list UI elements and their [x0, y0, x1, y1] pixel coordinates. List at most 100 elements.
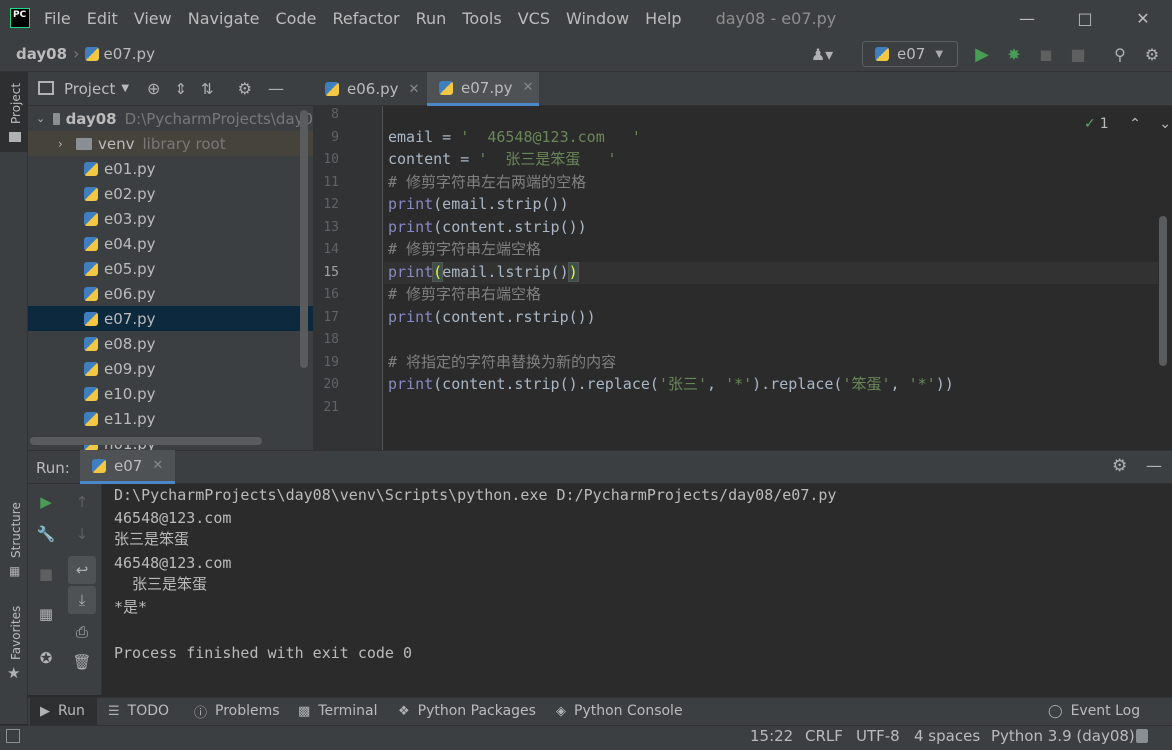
- minimize-icon[interactable]: —: [998, 0, 1056, 36]
- close-tab-icon[interactable]: ✕: [152, 458, 163, 473]
- menu-run[interactable]: Run: [416, 9, 447, 28]
- coverage-icon[interactable]: ◼: [1036, 44, 1056, 64]
- wrench-icon[interactable]: 🔧: [34, 522, 58, 546]
- tool-python-console[interactable]: ◈ Python Console: [556, 697, 683, 725]
- soft-wrap-icon[interactable]: ↩: [68, 556, 96, 584]
- code-line-12[interactable]: print(email.strip()): [388, 193, 569, 215]
- code-line-13[interactable]: print(content.strip()): [388, 216, 587, 238]
- trash-icon[interactable]: 🗑: [70, 650, 94, 674]
- chevron-down-icon[interactable]: ⌄: [36, 112, 45, 125]
- tree-file-e07-selected[interactable]: e07.py: [28, 306, 313, 331]
- tab-e07-active[interactable]: e07.py ✕: [427, 72, 539, 106]
- editor-vertical-scrollbar[interactable]: [1159, 216, 1167, 366]
- menu-help[interactable]: Help: [645, 9, 681, 28]
- gear-icon[interactable]: ⚙: [238, 79, 252, 98]
- tree-file-e08[interactable]: e08.py: [28, 331, 313, 356]
- run-icon[interactable]: ▶: [972, 44, 992, 65]
- layout-icon[interactable]: ▦: [34, 602, 58, 626]
- close-window-icon[interactable]: ✕: [1114, 0, 1172, 36]
- tool-event-log[interactable]: ◯ Event Log: [1048, 697, 1140, 725]
- chevron-down-icon[interactable]: ▼: [121, 83, 129, 94]
- project-tool-label[interactable]: Project: [9, 83, 23, 124]
- code-line-20[interactable]: print(content.strip().replace('张三', '*')…: [388, 373, 954, 395]
- tree-file-e03[interactable]: e03.py: [28, 206, 313, 231]
- menu-vcs[interactable]: VCS: [518, 9, 550, 28]
- project-view-select[interactable]: Project: [64, 80, 115, 98]
- chevron-down-icon[interactable]: ⌄: [1159, 116, 1171, 132]
- menu-window[interactable]: Window: [566, 9, 629, 28]
- structure-tool-label[interactable]: Structure: [9, 502, 23, 558]
- line-separator[interactable]: CRLF: [805, 727, 843, 745]
- menu-refactor[interactable]: Refactor: [332, 9, 399, 28]
- arrow-down-icon[interactable]: ↓: [70, 522, 94, 546]
- close-tab-icon[interactable]: ✕: [522, 80, 533, 95]
- lock-icon[interactable]: [1136, 729, 1148, 743]
- code-line-15[interactable]: print(email.lstrip()): [388, 261, 579, 283]
- indent-setting[interactable]: 4 spaces: [914, 727, 980, 745]
- menu-file[interactable]: File: [44, 9, 71, 28]
- tree-file-e01[interactable]: e01.py: [28, 156, 313, 181]
- breadcrumb-file[interactable]: e07.py: [103, 45, 154, 63]
- chevron-right-icon[interactable]: ›: [58, 137, 72, 151]
- stop-icon[interactable]: ■: [1068, 44, 1088, 64]
- python-interpreter[interactable]: Python 3.9 (day08): [991, 727, 1135, 745]
- tool-python-packages[interactable]: ❖ Python Packages: [398, 697, 536, 725]
- tree-file-e02[interactable]: e02.py: [28, 181, 313, 206]
- tool-terminal[interactable]: ▩ Terminal: [298, 697, 377, 725]
- code-line-19[interactable]: # 将指定的字符串替换为新的内容: [388, 351, 616, 373]
- settings-gear-icon[interactable]: ⚙: [1142, 44, 1162, 64]
- menu-view[interactable]: View: [134, 9, 172, 28]
- file-encoding[interactable]: UTF-8: [856, 727, 900, 745]
- menu-edit[interactable]: Edit: [87, 9, 118, 28]
- rerun-icon[interactable]: ▶: [34, 490, 58, 514]
- code-line-14[interactable]: # 修剪字符串左端空格: [388, 238, 541, 260]
- tab-e06[interactable]: e06.py ✕: [313, 72, 425, 106]
- tool-todo[interactable]: ☰ TODO: [108, 697, 169, 725]
- pin-icon[interactable]: ✪: [34, 646, 58, 670]
- collapse-all-icon[interactable]: ⇅: [201, 80, 214, 98]
- search-icon[interactable]: ⚲: [1110, 44, 1130, 64]
- run-configuration-select[interactable]: e07 ▼: [862, 41, 958, 67]
- tree-file-e06[interactable]: e06.py: [28, 281, 313, 306]
- menu-navigate[interactable]: Navigate: [188, 9, 260, 28]
- favorites-tool-label[interactable]: Favorites: [9, 606, 23, 660]
- tree-file-e10[interactable]: e10.py: [28, 381, 313, 406]
- tree-vertical-scrollbar[interactable]: [300, 110, 308, 368]
- user-icon[interactable]: ♟▾: [811, 44, 833, 64]
- debug-icon[interactable]: ✸: [1004, 44, 1024, 64]
- caret-position[interactable]: 15:22: [750, 727, 793, 745]
- close-tab-icon[interactable]: ✕: [408, 82, 419, 97]
- chevron-up-icon[interactable]: ⌃: [1129, 116, 1141, 132]
- print-icon[interactable]: ⎙: [70, 620, 94, 644]
- inspection-widget[interactable]: ✓ 1 ⌃ ⌄: [1084, 116, 1171, 132]
- code-line-9[interactable]: email = ' 46548@123.com ': [388, 126, 641, 148]
- arrow-up-icon[interactable]: ↑: [70, 490, 94, 514]
- code-editor[interactable]: email = ' 46548@123.com ' content = ' 张三…: [384, 106, 1172, 450]
- tree-file-e05[interactable]: e05.py: [28, 256, 313, 281]
- code-line-11[interactable]: # 修剪字符串左右两端的空格: [388, 171, 586, 193]
- tree-file-e09[interactable]: e09.py: [28, 356, 313, 381]
- tool-run[interactable]: ▶ Run: [30, 697, 97, 725]
- hide-panel-icon[interactable]: —: [268, 79, 284, 98]
- tree-item-venv[interactable]: › venv library root: [28, 131, 313, 156]
- run-settings-gear-icon[interactable]: ⚙: [1112, 456, 1127, 476]
- code-line-10[interactable]: content = ' 张三是笨蛋 ': [388, 148, 617, 170]
- tool-problems[interactable]: ⓘ Problems: [194, 697, 280, 725]
- layout-toggle-icon[interactable]: [6, 729, 20, 743]
- code-line-17[interactable]: print(content.rstrip()): [388, 306, 596, 328]
- expand-all-icon[interactable]: ⇕: [174, 80, 187, 98]
- locate-target-icon[interactable]: ⊕: [147, 79, 160, 98]
- maximize-icon[interactable]: □: [1056, 0, 1114, 36]
- tree-horizontal-scrollbar[interactable]: [30, 437, 262, 445]
- tree-file-e11[interactable]: e11.py: [28, 406, 313, 431]
- menu-code[interactable]: Code: [276, 9, 317, 28]
- tree-file-e04[interactable]: e04.py: [28, 231, 313, 256]
- menu-tools[interactable]: Tools: [462, 9, 501, 28]
- hide-panel-icon[interactable]: —: [1146, 456, 1162, 475]
- tree-root-day08[interactable]: ⌄ day08 D:\PycharmProjects\day0: [28, 106, 313, 131]
- code-line-16[interactable]: # 修剪字符串右端空格: [388, 283, 541, 305]
- run-tab-e07[interactable]: e07 ✕: [80, 450, 176, 484]
- scroll-to-end-icon[interactable]: ⤓: [68, 586, 96, 614]
- breadcrumb-project[interactable]: day08: [16, 45, 67, 63]
- stop-icon[interactable]: ■: [34, 562, 58, 586]
